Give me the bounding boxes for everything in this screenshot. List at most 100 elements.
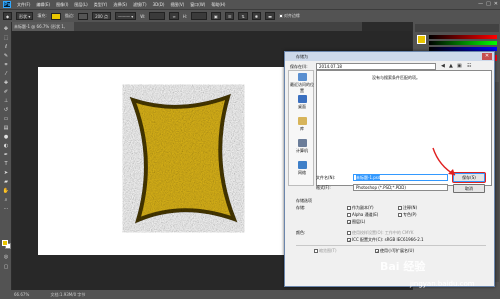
shape-tool-icon[interactable]: ▰: [2, 179, 10, 186]
maximize-icon[interactable]: □: [486, 1, 491, 7]
up-folder-icon[interactable]: ▲: [449, 63, 453, 69]
library-icon: [297, 117, 307, 125]
eraser-tool-icon[interactable]: ▭: [2, 116, 10, 123]
menu-file[interactable]: 文件(F): [17, 2, 30, 8]
close-icon[interactable]: ✕: [494, 1, 498, 7]
red-slider[interactable]: [429, 35, 497, 39]
path-align-icon[interactable]: ☰: [224, 12, 235, 20]
green-slider[interactable]: [429, 41, 497, 45]
menu-filter[interactable]: 滤镜(T): [133, 2, 147, 8]
stroke-size-field[interactable]: 200 点: [92, 12, 111, 20]
minimize-icon[interactable]: —: [478, 1, 483, 7]
menu-edit[interactable]: 编辑(E): [36, 2, 50, 8]
place-computer[interactable]: 计算机: [290, 139, 314, 157]
settings-icon[interactable]: ✱: [251, 12, 262, 20]
color-panel-tabs[interactable]: [415, 24, 499, 32]
fill-swatch[interactable]: [50, 12, 61, 20]
quick-mask-icon[interactable]: ◎: [2, 254, 10, 261]
path-arrange-icon[interactable]: ⇅: [238, 12, 248, 20]
save-in-select[interactable]: 2014.07.18: [316, 63, 436, 70]
crop-tool-icon[interactable]: ⌗: [2, 62, 10, 69]
shape-mode-select[interactable]: 形状 ▾: [16, 12, 34, 20]
menu-view[interactable]: 视图(V): [170, 2, 184, 8]
place-network[interactable]: 网络: [290, 161, 314, 179]
options-bar: ◆ 形状 ▾ 填充: 描边: 200 点 ——— ▾ W: ∞ H: ▣ ☰ ⇅…: [0, 9, 500, 22]
stroke-label: 描边:: [64, 13, 75, 18]
hand-tool-icon[interactable]: ✋: [2, 188, 10, 195]
save-options-label: 存储选项: [296, 198, 312, 203]
brush-tool-icon[interactable]: ✐: [2, 89, 10, 96]
save-as-dialog: 存储为 ✕ 保存在(I): 2014.07.18 ◀ ▲ ▣ ☷ 最近访问的位置…: [284, 51, 495, 287]
watermark-url: jingyan.baidu.com: [410, 280, 475, 288]
as-copy-checkbox[interactable]: 作为副本(Y): [347, 205, 374, 211]
blur-tool-icon[interactable]: ●: [2, 134, 10, 141]
menu-window[interactable]: 窗口(W): [190, 2, 205, 8]
foreground-color-swatch[interactable]: [2, 240, 8, 246]
alpha-checkbox[interactable]: Alpha 通道(E): [347, 212, 378, 218]
view-menu-icon[interactable]: ☷: [467, 63, 471, 69]
quick-select-tool-icon[interactable]: ✎: [2, 53, 10, 60]
storage-label: 存储:: [296, 205, 306, 210]
stroke-swatch[interactable]: [78, 12, 89, 20]
layers-checkbox[interactable]: ✓ 图层(L): [347, 219, 365, 225]
star-shape[interactable]: [38, 67, 298, 255]
menu-image[interactable]: 图像(I): [56, 2, 68, 8]
eyedropper-tool-icon[interactable]: ⁄: [2, 71, 10, 78]
dodge-tool-icon[interactable]: ◐: [2, 143, 10, 150]
tools-panel: ✥ ⬚ ℓ ✎ ⌗ ⁄ ✚ ✐ ⊥ ↺ ▭ ▤ ● ◐ ✒ T ➤ ▰ ✋ ⌕ …: [0, 22, 12, 290]
healing-tool-icon[interactable]: ✚: [2, 80, 10, 87]
spot-checkbox[interactable]: 专色(P): [398, 212, 417, 218]
menu-layer[interactable]: 图层(L): [74, 2, 87, 8]
menu-bar: Ps 文件(F) 编辑(E) 图像(I) 图层(L) 类型(Y) 选择(S) 滤…: [0, 0, 500, 9]
new-folder-icon[interactable]: ▣: [457, 63, 462, 69]
type-tool-icon[interactable]: T: [2, 161, 10, 168]
gradient-tool-icon[interactable]: ▤: [2, 125, 10, 132]
thumbnail-checkbox[interactable]: 缩览图(T): [314, 248, 337, 254]
stroke-type-select[interactable]: ——— ▾: [114, 12, 137, 20]
lasso-tool-icon[interactable]: ℓ: [2, 44, 10, 51]
height-field[interactable]: [191, 12, 208, 20]
red-arrow-annotation: [432, 147, 456, 176]
place-library[interactable]: 库: [290, 117, 314, 135]
width-field[interactable]: [149, 12, 166, 20]
more-tools-icon[interactable]: ⋯: [2, 206, 10, 213]
history-brush-icon[interactable]: ↺: [2, 107, 10, 114]
photoshop-logo: Ps: [3, 1, 11, 8]
format-label: 格式(F):: [316, 185, 331, 190]
shape-preview-icon[interactable]: ▬: [265, 12, 275, 20]
doc-size: 文档:1.93M/0 字节: [50, 292, 86, 297]
back-icon[interactable]: ◀: [441, 63, 445, 69]
places-bar: 最近访问的位置 桌面 库 计算机 网络: [288, 70, 314, 186]
move-tool-icon[interactable]: ✥: [2, 26, 10, 33]
window-controls: — □ ✕: [478, 1, 498, 7]
panel-foreground-swatch[interactable]: [417, 35, 426, 44]
document-canvas[interactable]: [38, 67, 298, 255]
shape-tool-icon[interactable]: ◆: [3, 12, 13, 20]
menu-help[interactable]: 帮助(H): [211, 2, 225, 8]
dialog-close-icon[interactable]: ✕: [482, 53, 492, 60]
lowercase-checkbox[interactable]: ✓ 使用小写扩展名(U): [375, 248, 414, 254]
file-list[interactable]: 没有与搜索条件匹配的项。: [316, 70, 492, 186]
menu-type[interactable]: 类型(Y): [94, 2, 108, 8]
path-select-tool-icon[interactable]: ➤: [2, 170, 10, 177]
zoom-tool-icon[interactable]: ⌕: [2, 197, 10, 204]
path-ops-icon[interactable]: ▣: [211, 12, 221, 20]
stamp-tool-icon[interactable]: ⊥: [2, 98, 10, 105]
link-icon[interactable]: ∞: [169, 12, 179, 20]
menu-3d[interactable]: 3D(D): [153, 2, 165, 7]
notes-checkbox[interactable]: 注释(N): [398, 205, 417, 211]
proof-checkbox[interactable]: 使用校样设置(O): 工作中的 CMYK: [347, 230, 413, 236]
zoom-level[interactable]: 66.67%: [14, 292, 29, 297]
network-icon: [297, 161, 307, 169]
place-desktop[interactable]: 桌面: [290, 95, 314, 113]
menu-select[interactable]: 选择(S): [113, 2, 127, 8]
pen-tool-icon[interactable]: ✒: [2, 152, 10, 159]
place-recent[interactable]: 最近访问的位置: [290, 73, 314, 93]
format-select[interactable]: Photoshop (*.PSD;*.PDD): [353, 184, 448, 191]
icc-checkbox[interactable]: ✓ ICC 配置文件(C): sRGB IEC61966-2.1: [347, 237, 424, 243]
document-tab[interactable]: 未标题-1 @ 66.7% (形状 1, RGB/8) *: [12, 22, 74, 38]
align-edges-checkbox[interactable]: 对齐边缘: [278, 13, 300, 19]
marquee-tool-icon[interactable]: ⬚: [2, 35, 10, 42]
screen-mode-icon[interactable]: ▢: [2, 264, 10, 271]
cancel-button[interactable]: 取消: [453, 184, 485, 193]
